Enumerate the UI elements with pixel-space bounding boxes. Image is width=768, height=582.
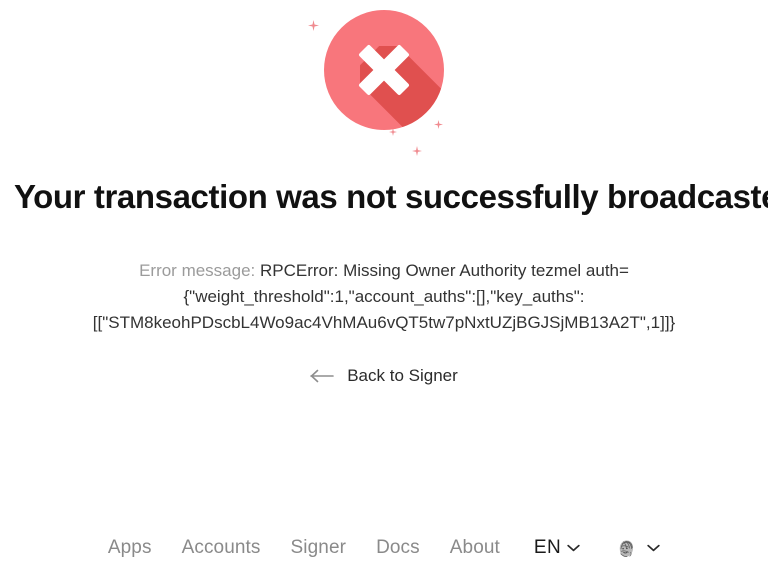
sparkle-icon: [308, 20, 319, 31]
nav-item-apps[interactable]: Apps: [108, 537, 152, 559]
page-title: Your transaction was not successfully br…: [14, 178, 768, 215]
error-message-label: Error message:: [139, 261, 256, 280]
back-to-signer-link[interactable]: Back to Signer: [306, 364, 462, 388]
back-link-row: Back to Signer: [0, 364, 768, 388]
status-icon-area: [0, 0, 768, 172]
error-page: Your transaction was not successfully br…: [0, 0, 768, 582]
chevron-down-icon: [647, 544, 660, 552]
nav-item-accounts[interactable]: Accounts: [182, 537, 261, 559]
nav-item-about[interactable]: About: [450, 537, 500, 559]
arrow-left-icon: [310, 369, 335, 383]
status-icon-stage: [294, 0, 474, 164]
nav-item-signer[interactable]: Signer: [291, 537, 347, 559]
back-to-signer-label: Back to Signer: [347, 366, 458, 385]
account-menu[interactable]: [614, 535, 660, 561]
language-code: EN: [533, 537, 562, 558]
sparkle-icon: [412, 146, 422, 156]
chevron-down-icon: [567, 544, 580, 552]
error-cross-icon: [324, 10, 444, 130]
language-selector[interactable]: EN: [534, 537, 580, 559]
footer: Apps Accounts Signer Docs About EN: [0, 520, 768, 582]
footer-nav: Apps Accounts Signer Docs About: [108, 537, 500, 559]
error-message: Error message: RPCError: Missing Owner A…: [74, 258, 694, 336]
nav-item-docs[interactable]: Docs: [376, 537, 420, 559]
user-avatar: [614, 535, 640, 561]
